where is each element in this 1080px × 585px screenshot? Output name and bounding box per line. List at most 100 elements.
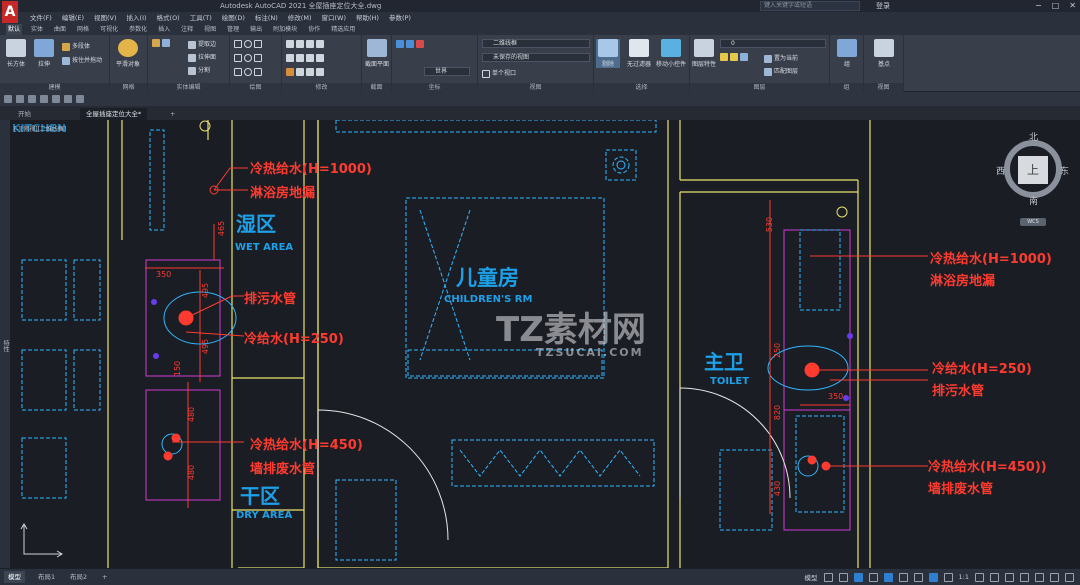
presspull-button[interactable]: 按住并拖动 [62,55,102,65]
redo-icon[interactable] [76,95,84,103]
transparency-icon[interactable] [928,572,938,582]
snap-icon[interactable] [838,572,848,582]
menu-draw[interactable]: 绘图(D) [222,12,245,24]
move-gizmo-button[interactable]: 移动小控件 [656,39,686,68]
isolate-icon[interactable] [1020,572,1029,582]
annotation-monitor-icon[interactable] [990,572,999,582]
group-button[interactable]: 组 [835,39,859,68]
menu-modify[interactable]: 修改(M) [288,12,312,24]
wcs-menu[interactable]: WCS [1020,218,1046,226]
tab-output[interactable]: 输出 [248,24,264,35]
tab-featured-apps[interactable]: 精选应用 [329,24,357,35]
tab-mesh[interactable]: 网格 [75,24,91,35]
drawing-canvas[interactable]: 特性 [-][俯视][二维线框] KITCHEN 湿区 WET AREA 儿童房… [0,120,1080,568]
tab-addins[interactable]: 附加模块 [271,24,299,35]
tab-visualize[interactable]: 可视化 [98,24,120,35]
ucs-dropdown[interactable]: 世界 [424,67,470,76]
login-button[interactable]: 登录 [876,0,890,12]
tab-home[interactable]: 默认 [6,24,23,35]
annotation-scale[interactable]: 1:1 [959,573,969,581]
section-plane-button[interactable]: 截面平面 [365,39,389,68]
viewcube-top-face[interactable]: 上 [1018,156,1048,184]
tab-layout2[interactable]: 布局2 [66,571,91,583]
polar-icon[interactable] [868,572,878,582]
compass-west[interactable]: 西 [996,164,1005,177]
save-as-icon[interactable] [40,95,48,103]
compass-south[interactable]: 南 [1029,194,1038,207]
match-layer-button[interactable]: 匹配图层 [764,66,798,76]
tab-surface[interactable]: 曲面 [52,24,68,35]
tab-insert[interactable]: 插入 [156,24,172,35]
tab-view[interactable]: 视图 [202,24,218,35]
otrack-icon[interactable] [898,572,908,582]
compass-east[interactable]: 东 [1060,164,1069,177]
minimize-icon[interactable]: − [1035,0,1042,12]
save-icon[interactable] [28,95,36,103]
fullscreen-icon[interactable] [1050,572,1059,582]
osnap-icon[interactable] [883,572,893,582]
tab-collaborate[interactable]: 协作 [306,24,322,35]
menu-tools[interactable]: 工具(T) [190,12,212,24]
tab-model[interactable]: 模型 [4,571,25,583]
open-icon[interactable] [16,95,24,103]
viewport-config-button[interactable]: 单个视口 [482,68,516,78]
workspace-gear-icon[interactable] [975,572,984,582]
separate-button[interactable]: 分割 [188,65,210,75]
layer-properties-button[interactable]: 图层特性 [692,39,716,68]
menu-help[interactable]: 帮助(H) [356,12,379,24]
selection-cycling-icon[interactable] [943,572,953,582]
tab-start[interactable]: 开始 [12,108,37,120]
model-space-label[interactable]: 模型 [805,572,818,582]
extrude-button[interactable]: 拉伸 [32,39,56,68]
menu-window[interactable]: 窗口(W) [321,12,346,24]
box-button[interactable]: 长方体 [4,39,28,68]
search-input[interactable]: 键入关键字或短语 [760,1,860,11]
menu-insert[interactable]: 插入(I) [127,12,147,24]
extract-edges-button[interactable]: 提取边 [188,39,216,49]
add-layout-button[interactable]: + [98,571,111,583]
menu-file[interactable]: 文件(F) [30,12,52,24]
menu-dimension[interactable]: 标注(N) [255,12,278,24]
menu-view[interactable]: 视图(V) [94,12,117,24]
app-menu-button[interactable]: A [2,1,18,23]
compass-north[interactable]: 北 [1029,130,1038,143]
viewport-controls[interactable]: [-][俯视][二维线框] [14,124,66,133]
grid-icon[interactable] [823,572,833,582]
close-icon[interactable]: ✕ [1069,0,1076,12]
panel-modeling: 长方体 拉伸 多段体 按住并拖动 建模 [0,35,110,92]
print-icon[interactable] [52,95,60,103]
tab-document[interactable]: 全屋插座定位大全* [80,108,148,120]
tab-parametric[interactable]: 参数化 [127,24,149,35]
customize-menu-icon[interactable] [1065,572,1074,582]
tab-manage[interactable]: 管理 [225,24,241,35]
menu-format[interactable]: 格式(O) [157,12,180,24]
new-tab-button[interactable]: + [164,108,181,120]
presspull-icon [62,56,70,65]
lineweight-icon[interactable] [913,572,923,582]
hardware-acceleration-icon[interactable] [1035,572,1044,582]
visual-style-dropdown[interactable]: 二维线框 [482,39,590,48]
ortho-icon[interactable] [853,572,863,582]
polysolid-button[interactable]: 多段体 [62,41,90,51]
undo-icon[interactable] [64,95,72,103]
units-icon[interactable] [1005,572,1014,582]
menu-parametric[interactable]: 参数(P) [389,12,411,24]
menu-edit[interactable]: 编辑(E) [62,12,84,24]
viewcube[interactable]: 上 北 南 东 西 WCS [996,130,1070,232]
tab-layout1[interactable]: 布局1 [34,571,59,583]
tab-solid[interactable]: 实体 [29,24,45,35]
base-point-button[interactable]: 基点 [872,39,896,68]
culling-button[interactable]: 剔除 [596,39,620,68]
maximize-icon[interactable]: □ [1052,0,1060,12]
layer-dropdown[interactable]: 0 [720,39,826,48]
new-icon[interactable] [4,95,12,103]
solid-icon [152,39,160,47]
properties-palette-bar[interactable]: 特性 [0,120,10,568]
smooth-button[interactable]: 平滑对象 [116,39,140,68]
dimension-label: 480 [187,406,197,423]
no-filter-button[interactable]: 无过滤器 [624,39,654,68]
tab-annotate[interactable]: 注释 [179,24,195,35]
extrude-face-button[interactable]: 拉伸面 [188,52,216,62]
set-current-button[interactable]: 置为当前 [764,53,798,63]
saved-view-dropdown[interactable]: 未保存的视图 [482,53,590,62]
